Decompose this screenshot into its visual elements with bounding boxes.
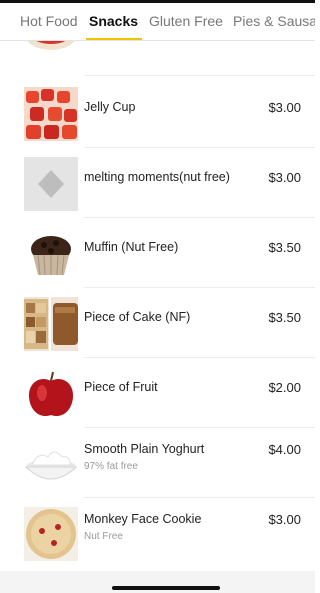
list-item[interactable]: Piece of Cake (NF) $3.50 <box>0 288 315 358</box>
item-name: Jelly Cup <box>84 100 136 114</box>
category-tabs: Hot Food Snacks Gluten Free Pies & Sausa <box>0 3 315 41</box>
item-price: $3.50 <box>268 240 301 255</box>
tart-image <box>24 41 78 60</box>
cake-image <box>24 297 78 351</box>
jelly-cup-image <box>24 87 78 141</box>
item-name: Piece of Cake (NF) <box>84 310 191 324</box>
item-name: Smooth Plain Yoghurt <box>84 442 205 456</box>
item-name: Piece of Fruit <box>84 380 158 394</box>
item-price: $2.00 <box>268 380 301 395</box>
item-price: $3.00 <box>268 100 301 115</box>
tab-hot-food[interactable]: Hot Food <box>20 13 78 29</box>
cookie-image <box>24 507 78 561</box>
item-subtitle: 97% fat free <box>84 461 138 472</box>
item-name: Muffin (Nut Free) <box>84 240 179 254</box>
list-item[interactable]: Smooth Plain Yoghurt 97% fat free $4.00 <box>0 428 315 498</box>
product-list: Jelly Cup $3.00 melting moments(nut free… <box>0 41 315 571</box>
placeholder-image <box>24 157 78 211</box>
list-item[interactable] <box>0 41 315 76</box>
list-item[interactable]: Piece of Fruit $2.00 <box>0 358 315 428</box>
apple-image <box>24 367 78 421</box>
tab-snacks[interactable]: Snacks <box>89 13 138 29</box>
row-divider <box>84 75 315 76</box>
list-item[interactable]: Monkey Face Cookie Nut Free $3.00 <box>0 498 315 568</box>
item-subtitle: Nut Free <box>84 531 123 542</box>
tab-gluten-free[interactable]: Gluten Free <box>149 13 223 29</box>
item-name: melting moments(nut free) <box>84 170 230 184</box>
home-indicator[interactable] <box>112 586 220 590</box>
item-name: Monkey Face Cookie <box>84 512 202 526</box>
bottom-bar <box>0 571 315 593</box>
list-item[interactable]: melting moments(nut free) $3.00 <box>0 148 315 218</box>
list-item[interactable]: Jelly Cup $3.00 <box>0 78 315 148</box>
tab-pies-sausage[interactable]: Pies & Sausa <box>233 13 315 29</box>
muffin-image <box>24 227 78 281</box>
item-price: $4.00 <box>268 442 301 457</box>
item-price: $3.00 <box>268 170 301 185</box>
item-price: $3.00 <box>268 512 301 527</box>
yoghurt-image <box>24 437 78 491</box>
item-price: $3.50 <box>268 310 301 325</box>
list-item[interactable]: Muffin (Nut Free) $3.50 <box>0 218 315 288</box>
